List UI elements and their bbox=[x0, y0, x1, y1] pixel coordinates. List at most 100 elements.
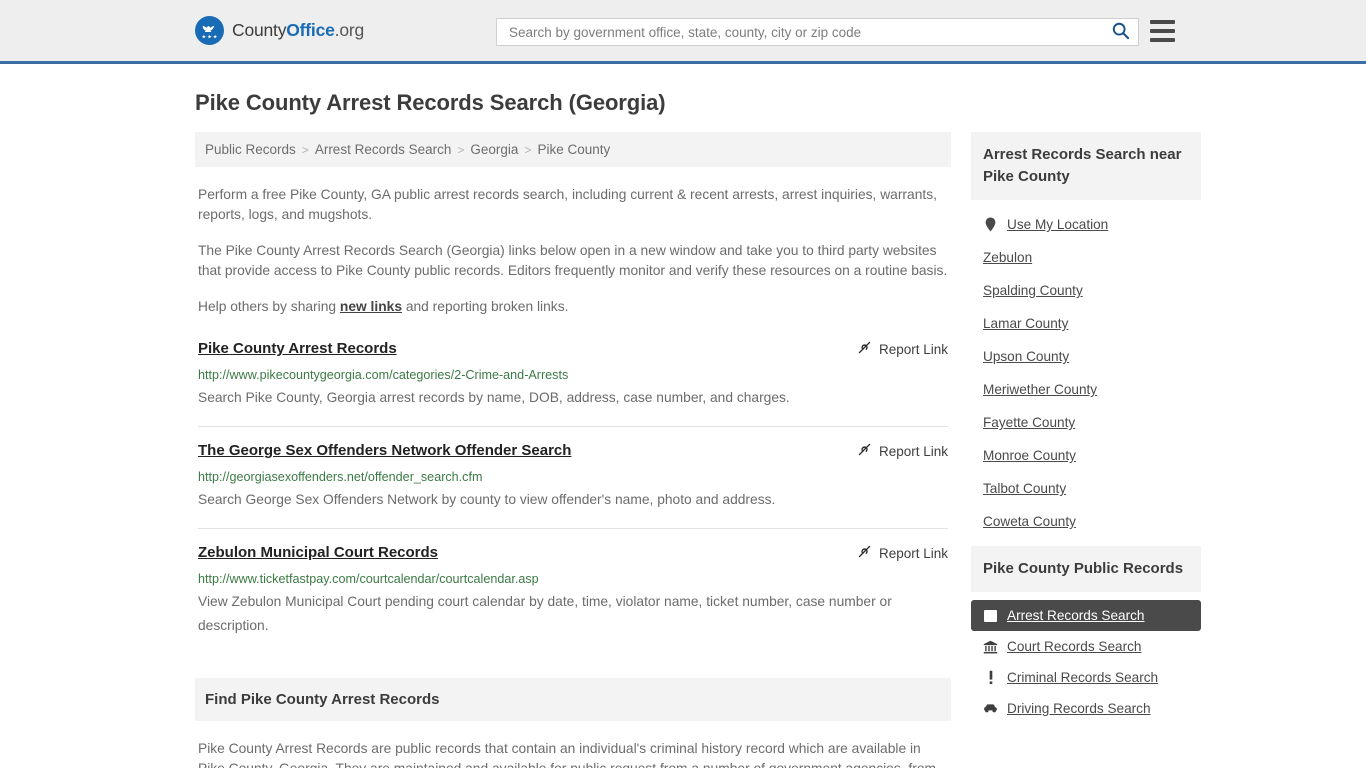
breadcrumb-separator: > bbox=[524, 142, 532, 157]
site-header: CountyOffice.org bbox=[0, 0, 1366, 64]
intro-paragraph-2: The Pike County Arrest Records Search (G… bbox=[198, 243, 948, 278]
brand-org: .org bbox=[334, 20, 365, 40]
sidebar: Arrest Records Search near Pike County U… bbox=[971, 132, 1201, 732]
result-header: Pike County Arrest Records Report Link bbox=[198, 339, 948, 359]
breadcrumb-item-pike-county[interactable]: Pike County bbox=[537, 142, 610, 157]
sidebar-item-driving-records-search[interactable]: Driving Records Search bbox=[971, 693, 1201, 724]
breadcrumb-separator: > bbox=[301, 142, 309, 157]
result-header: Zebulon Municipal Court Records Report L… bbox=[198, 543, 948, 563]
hamburger-bar bbox=[1150, 20, 1175, 24]
share-text-before: Help others by sharing bbox=[198, 299, 340, 314]
result-description: Search Pike County, Georgia arrest recor… bbox=[198, 390, 790, 405]
broken-link-icon bbox=[857, 340, 872, 358]
result-url[interactable]: http://www.pikecountygeorgia.com/categor… bbox=[198, 367, 948, 383]
search-button[interactable] bbox=[1111, 21, 1130, 43]
courthouse-icon bbox=[983, 640, 998, 654]
find-records-section: Find Pike County Arrest Records Pike Cou… bbox=[195, 678, 951, 768]
share-text-after: and reporting broken links. bbox=[402, 299, 569, 314]
sidebar-item-label: Lamar County bbox=[983, 316, 1069, 331]
map-pin-icon bbox=[983, 217, 998, 232]
sidebar-item-zebulon[interactable]: Zebulon bbox=[971, 241, 1201, 274]
sidebar-item-meriwether-county[interactable]: Meriwether County bbox=[971, 373, 1201, 406]
breadcrumb: Public Records > Arrest Records Search >… bbox=[195, 132, 951, 167]
sidebar-item-label: Talbot County bbox=[983, 481, 1067, 496]
report-link-button[interactable]: Report Link bbox=[857, 339, 948, 358]
sidebar-item-label: Use My Location bbox=[1007, 217, 1109, 232]
result-title-link[interactable]: The George Sex Offenders Network Offende… bbox=[198, 441, 571, 461]
result-title-link[interactable]: Zebulon Municipal Court Records bbox=[198, 543, 438, 563]
sidebar-item-criminal-records-search[interactable]: Criminal Records Search bbox=[971, 662, 1201, 693]
id-card-glyph bbox=[984, 609, 997, 622]
sidebar-item-lamar-county[interactable]: Lamar County bbox=[971, 307, 1201, 340]
sidebar-item-label: Monroe County bbox=[983, 448, 1076, 463]
report-link-button[interactable]: Report Link bbox=[857, 441, 948, 460]
search-input[interactable] bbox=[507, 23, 1111, 41]
report-link-button[interactable]: Report Link bbox=[857, 543, 948, 562]
brand-county: County bbox=[232, 20, 287, 40]
brand-office: Office bbox=[286, 20, 335, 40]
breadcrumb-item-public-records[interactable]: Public Records bbox=[205, 142, 296, 157]
id-card-icon bbox=[983, 609, 998, 622]
sidebar-nearby-list: Use My Location Zebulon Spalding County … bbox=[971, 200, 1201, 538]
find-records-body: Pike County Arrest Records are public re… bbox=[198, 741, 936, 768]
result-item: Zebulon Municipal Court Records Report L… bbox=[198, 543, 948, 654]
page-container: Pike County Arrest Records Search (Georg… bbox=[0, 90, 1366, 768]
report-link-label: Report Link bbox=[878, 443, 948, 459]
report-link-label: Report Link bbox=[878, 545, 948, 561]
result-url[interactable]: http://www.ticketfastpay.com/courtcalend… bbox=[198, 571, 948, 587]
breadcrumb-item-georgia[interactable]: Georgia bbox=[470, 142, 518, 157]
sidebar-item-talbot-county[interactable]: Talbot County bbox=[971, 472, 1201, 505]
sidebar-public-records-card: Pike County Public Records Arrest Record… bbox=[971, 546, 1201, 724]
site-logo[interactable]: CountyOffice.org bbox=[195, 16, 364, 45]
sidebar-item-coweta-county[interactable]: Coweta County bbox=[971, 505, 1201, 538]
result-description: View Zebulon Municipal Court pending cou… bbox=[198, 594, 892, 633]
result-url[interactable]: http://georgiasexoffenders.net/offender_… bbox=[198, 469, 948, 485]
sidebar-item-fayette-county[interactable]: Fayette County bbox=[971, 406, 1201, 439]
breadcrumb-separator: > bbox=[457, 142, 465, 157]
sidebar-item-label: Upson County bbox=[983, 349, 1070, 364]
sidebar-nearby-heading: Arrest Records Search near Pike County bbox=[971, 132, 1201, 200]
search-bar[interactable] bbox=[496, 18, 1139, 46]
result-header: The George Sex Offenders Network Offende… bbox=[198, 441, 948, 461]
breadcrumb-item-arrest-records-search[interactable]: Arrest Records Search bbox=[315, 142, 452, 157]
result-description: Search George Sex Offenders Network by c… bbox=[198, 492, 776, 507]
sidebar-item-arrest-records-search[interactable]: Arrest Records Search bbox=[971, 600, 1201, 631]
main-column: Public Records > Arrest Records Search >… bbox=[195, 132, 951, 768]
hamburger-bar bbox=[1150, 29, 1175, 33]
broken-link-icon bbox=[857, 442, 872, 460]
hamburger-menu-icon[interactable] bbox=[1150, 20, 1175, 42]
eagle-seal-icon bbox=[195, 16, 224, 45]
sidebar-nearby-card: Arrest Records Search near Pike County U… bbox=[971, 132, 1201, 538]
intro-paragraph-3: Help others by sharing new links and rep… bbox=[198, 297, 948, 317]
car-icon bbox=[983, 703, 998, 714]
find-records-heading: Find Pike County Arrest Records bbox=[195, 678, 951, 721]
sidebar-item-use-my-location[interactable]: Use My Location bbox=[971, 208, 1201, 241]
sidebar-item-label: Zebulon bbox=[983, 250, 1033, 265]
page-title: Pike County Arrest Records Search (Georg… bbox=[195, 90, 666, 115]
exclamation-icon bbox=[983, 670, 998, 685]
results-list: Pike County Arrest Records Report Link h… bbox=[195, 339, 951, 654]
intro-text: Perform a free Pike County, GA public ar… bbox=[195, 185, 951, 317]
broken-link-icon bbox=[857, 544, 872, 562]
sidebar-item-upson-county[interactable]: Upson County bbox=[971, 340, 1201, 373]
sidebar-item-monroe-county[interactable]: Monroe County bbox=[971, 439, 1201, 472]
result-title-link[interactable]: Pike County Arrest Records bbox=[198, 339, 397, 359]
sidebar-item-label: Spalding County bbox=[983, 283, 1083, 298]
sidebar-item-label: Coweta County bbox=[983, 514, 1076, 529]
result-item: The George Sex Offenders Network Offende… bbox=[198, 441, 948, 529]
content-columns: Public Records > Arrest Records Search >… bbox=[195, 132, 1201, 768]
sidebar-item-court-records-search[interactable]: Court Records Search bbox=[971, 631, 1201, 662]
brand-wordmark: CountyOffice.org bbox=[232, 20, 364, 41]
sidebar-item-label: Arrest Records Search bbox=[1007, 608, 1145, 623]
sidebar-public-records-list: Arrest Records Search Court Records Sear… bbox=[971, 592, 1201, 724]
sidebar-item-spalding-county[interactable]: Spalding County bbox=[971, 274, 1201, 307]
hamburger-bar bbox=[1150, 38, 1175, 42]
report-link-label: Report Link bbox=[878, 341, 948, 357]
search-icon bbox=[1111, 21, 1130, 43]
sidebar-item-label: Driving Records Search bbox=[1007, 701, 1151, 716]
sidebar-item-label: Fayette County bbox=[983, 415, 1076, 430]
sidebar-public-records-heading: Pike County Public Records bbox=[971, 546, 1201, 592]
new-links-link[interactable]: new links bbox=[340, 299, 402, 314]
sidebar-item-label: Criminal Records Search bbox=[1007, 670, 1159, 685]
sidebar-item-label: Court Records Search bbox=[1007, 639, 1142, 654]
